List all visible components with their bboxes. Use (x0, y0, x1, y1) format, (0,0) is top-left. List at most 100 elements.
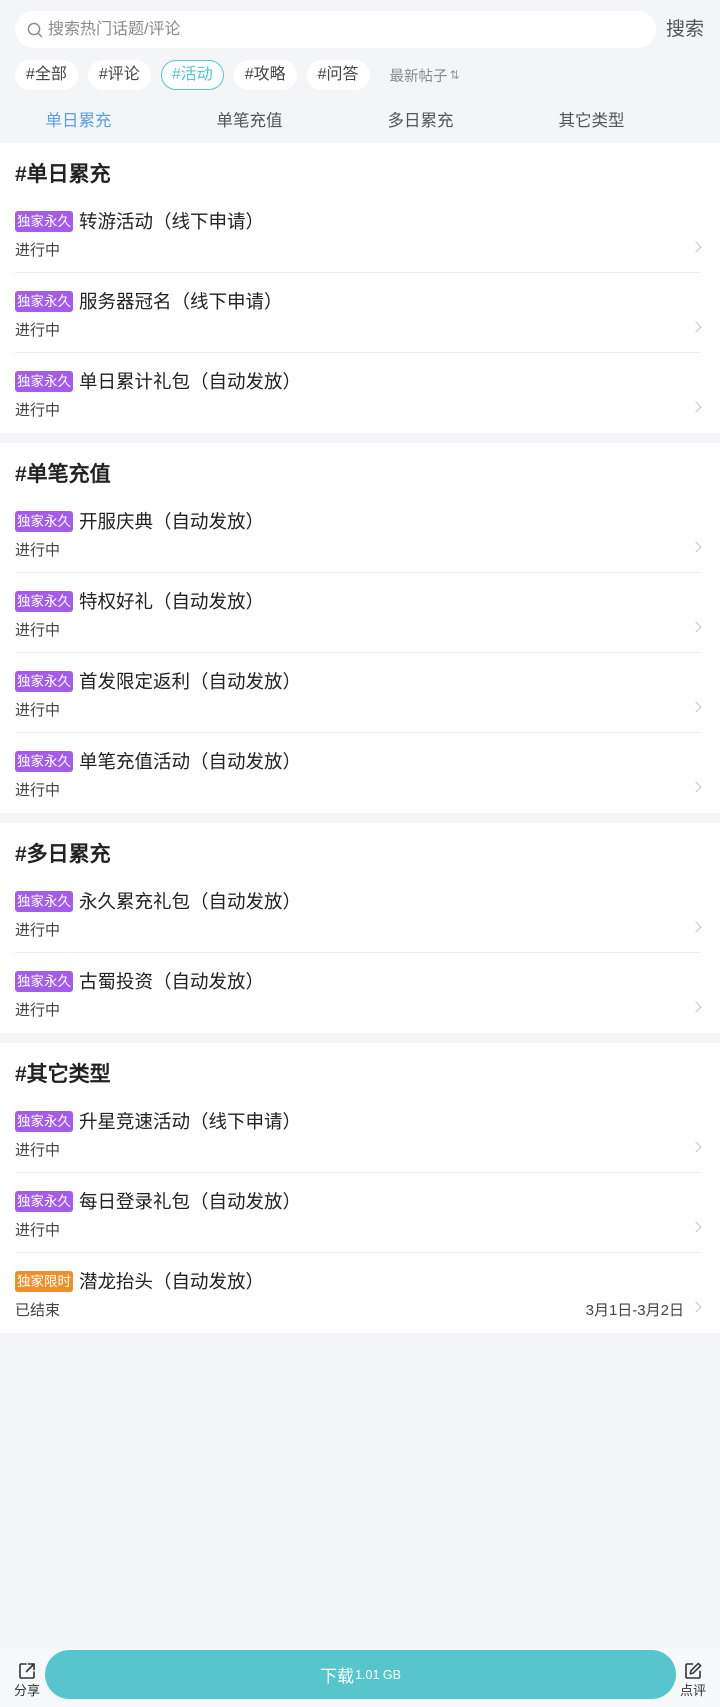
tag-comments[interactable]: #评论 (87, 60, 151, 90)
activity-item[interactable]: 独家永久 单日累计礼包（自动发放） 进行中 (0, 353, 720, 433)
item-badge: 独家永久 (15, 670, 73, 692)
item-title: 单笔充值活动（自动发放） (79, 751, 302, 772)
sort-toggle[interactable]: 最新帖子 ⇅ (390, 65, 460, 86)
tab-other-types[interactable]: 其它类型 (506, 107, 677, 135)
item-status: 进行中 (15, 1222, 61, 1239)
item-title: 特权好礼（自动发放） (79, 591, 265, 612)
activity-item[interactable]: 独家永久 古蜀投资（自动发放） 进行中 (0, 953, 720, 1033)
item-status: 进行中 (15, 622, 61, 639)
item-title-row: 独家限时 潜龙抬头（自动发放） (15, 1269, 264, 1293)
share-button[interactable]: 分享 (13, 1661, 41, 1699)
activity-item[interactable]: 独家永久 服务器冠名（线下申请） 进行中 (0, 273, 720, 353)
item-title-row: 独家永久 服务器冠名（线下申请） (15, 289, 283, 313)
item-title-row: 独家永久 首发限定返利（自动发放） (15, 669, 301, 693)
item-badge: 独家永久 (15, 1110, 73, 1132)
search-button[interactable]: 搜索 (666, 11, 704, 48)
item-title: 每日登录礼包（自动发放） (79, 1191, 302, 1212)
item-status: 已结束 (15, 1302, 61, 1319)
sort-label: 最新帖子 (389, 68, 448, 85)
activity-list: #单日累充 独家永久 转游活动（线下申请） 进行中 独家永久 服务器冠名（线下申… (0, 143, 720, 1343)
chevron-right-icon (690, 701, 702, 713)
section-daily-cumulative: #单日累充 独家永久 转游活动（线下申请） 进行中 独家永久 服务器冠名（线下申… (0, 143, 720, 433)
item-status: 进行中 (15, 1142, 61, 1159)
activity-item[interactable]: 独家永久 永久累充礼包（自动发放） 进行中 (0, 873, 720, 953)
tab-daily-cumulative[interactable]: 单日累充 (0, 107, 164, 135)
item-status: 进行中 (15, 322, 61, 339)
tag-guides[interactable]: #攻略 (233, 60, 297, 90)
search-placeholder: 搜索热门话题/评论 (48, 21, 181, 38)
item-title-row: 独家永久 每日登录礼包（自动发放） (15, 1189, 301, 1213)
chevron-right-icon (690, 541, 702, 553)
chevron-right-icon (690, 321, 702, 333)
tag-qa[interactable]: #问答 (306, 60, 370, 90)
chevron-right-icon (690, 401, 702, 413)
activity-item[interactable]: 独家永久 开服庆典（自动发放） 进行中 (0, 493, 720, 573)
item-status: 进行中 (15, 542, 61, 559)
item-badge: 独家永久 (15, 370, 73, 392)
tag-events[interactable]: #活动 (160, 60, 224, 90)
activity-item[interactable]: 独家永久 单笔充值活动（自动发放） 进行中 (0, 733, 720, 813)
chevron-right-icon (690, 921, 702, 933)
activity-item[interactable]: 独家永久 每日登录礼包（自动发放） 进行中 (0, 1173, 720, 1253)
download-button[interactable]: 下载 1.01 GB (45, 1650, 676, 1699)
item-title: 单日累计礼包（自动发放） (79, 371, 302, 392)
activity-item[interactable]: 独家永久 特权好礼（自动发放） 进行中 (0, 573, 720, 653)
item-title-row: 独家永久 单笔充值活动（自动发放） (15, 749, 301, 773)
item-title: 古蜀投资（自动发放） (79, 971, 265, 992)
edit-icon (685, 1662, 702, 1679)
item-title: 服务器冠名（线下申请） (79, 291, 283, 312)
item-title: 升星竞速活动（线下申请） (79, 1111, 302, 1132)
item-badge: 独家永久 (15, 590, 73, 612)
item-badge: 独家永久 (15, 210, 73, 232)
section-other-types: #其它类型 独家永久 升星竞速活动（线下申请） 进行中 独家永久 每日登录礼包（… (0, 1043, 720, 1333)
chevron-right-icon (690, 781, 702, 793)
review-label: 点评 (679, 1683, 706, 1698)
chevron-right-icon (690, 1221, 702, 1233)
item-status: 进行中 (15, 402, 61, 419)
filter-tags: #全部 #评论 #活动 #攻略 #问答 最新帖子 ⇅ (15, 60, 460, 90)
item-title-row: 独家永久 单日累计礼包（自动发放） (15, 369, 301, 393)
chevron-right-icon (690, 621, 702, 633)
item-title-row: 独家永久 开服庆典（自动发放） (15, 509, 264, 533)
item-title-row: 独家永久 转游活动（线下申请） (15, 209, 264, 233)
download-label: 下载 (320, 1667, 355, 1686)
activity-item[interactable]: 独家永久 首发限定返利（自动发放） 进行中 (0, 653, 720, 733)
item-title: 转游活动（线下申请） (79, 211, 265, 232)
tag-all[interactable]: #全部 (15, 60, 78, 90)
category-tabs: 单日累充 单笔充值 多日累充 其它类型 (0, 107, 677, 135)
share-icon (19, 1663, 35, 1679)
tab-multi-day-cumulative[interactable]: 多日累充 (335, 107, 506, 135)
item-badge: 独家永久 (15, 510, 73, 532)
item-title-row: 独家永久 古蜀投资（自动发放） (15, 969, 264, 993)
item-badge: 独家永久 (15, 290, 73, 312)
chevron-right-icon (690, 1301, 702, 1313)
search-input[interactable]: 搜索热门话题/评论 (15, 11, 656, 48)
activity-item[interactable]: 独家永久 转游活动（线下申请） 进行中 (0, 193, 720, 273)
section-heading: #多日累充 (15, 843, 111, 866)
chevron-right-icon (690, 1141, 702, 1153)
section-multi-day-cumulative: #多日累充 独家永久 永久累充礼包（自动发放） 进行中 独家永久 古蜀投资（自动… (0, 823, 720, 1033)
chevron-right-icon (690, 1001, 702, 1013)
search-icon (27, 22, 43, 38)
download-size: 1.01 GB (355, 1667, 401, 1682)
section-heading: #其它类型 (15, 1063, 111, 1086)
item-status: 进行中 (15, 702, 61, 719)
sort-icon: ⇅ (449, 68, 460, 82)
item-badge: 独家永久 (15, 970, 73, 992)
item-title: 潜龙抬头（自动发放） (79, 1271, 265, 1292)
item-title: 首发限定返利（自动发放） (79, 671, 302, 692)
item-title: 开服庆典（自动发放） (79, 511, 265, 532)
item-status: 进行中 (15, 782, 61, 799)
section-heading: #单日累充 (15, 163, 111, 186)
item-title-row: 独家永久 永久累充礼包（自动发放） (15, 889, 301, 913)
item-title-row: 独家永久 特权好礼（自动发放） (15, 589, 264, 613)
review-button[interactable]: 点评 (679, 1661, 707, 1699)
activity-item[interactable]: 独家限时 潜龙抬头（自动发放） 已结束 3月1日-3月2日 (0, 1253, 720, 1333)
item-status: 进行中 (15, 1002, 61, 1019)
tab-single-recharge[interactable]: 单笔充值 (164, 107, 335, 135)
section-single-recharge: #单笔充值 独家永久 开服庆典（自动发放） 进行中 独家永久 特权好礼（自动发放… (0, 443, 720, 813)
chevron-right-icon (690, 241, 702, 253)
section-heading: #单笔充值 (15, 463, 111, 486)
share-label: 分享 (13, 1683, 40, 1698)
activity-item[interactable]: 独家永久 升星竞速活动（线下申请） 进行中 (0, 1093, 720, 1173)
